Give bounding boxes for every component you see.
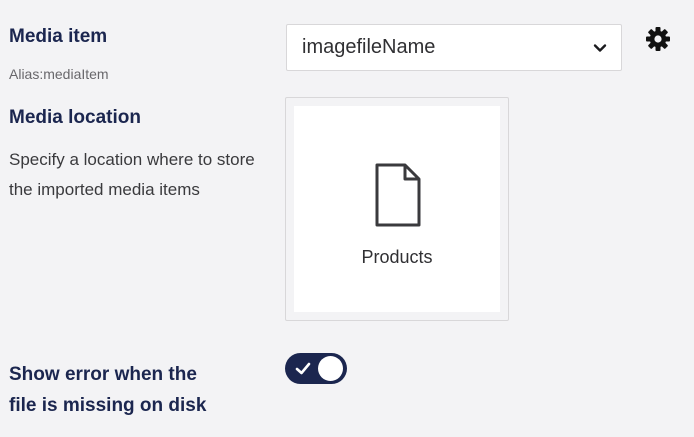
media-location-label: Media location: [9, 107, 141, 128]
document-icon: [375, 163, 421, 227]
media-picker[interactable]: Products: [285, 97, 509, 321]
media-item-alias: Alias:mediaItem: [9, 66, 109, 82]
media-item-card[interactable]: Products: [294, 106, 500, 312]
media-item-label: Media item: [9, 26, 108, 47]
show-error-label-line1: Show error when the: [9, 364, 197, 385]
media-location-description: Specify a location where to store the im…: [9, 150, 255, 199]
show-error-toggle[interactable]: [285, 353, 347, 384]
media-item-name: Products: [361, 247, 433, 267]
gear-icon[interactable]: [645, 26, 671, 52]
chevron-down-icon: [593, 44, 607, 52]
show-error-label-line2: file is missing on disk: [9, 395, 207, 416]
media-item-select[interactable]: imagefileName: [286, 24, 622, 71]
toggle-knob: [318, 356, 343, 381]
media-item-select-value: imagefileName: [302, 36, 436, 58]
checkmark-icon: [295, 362, 311, 375]
